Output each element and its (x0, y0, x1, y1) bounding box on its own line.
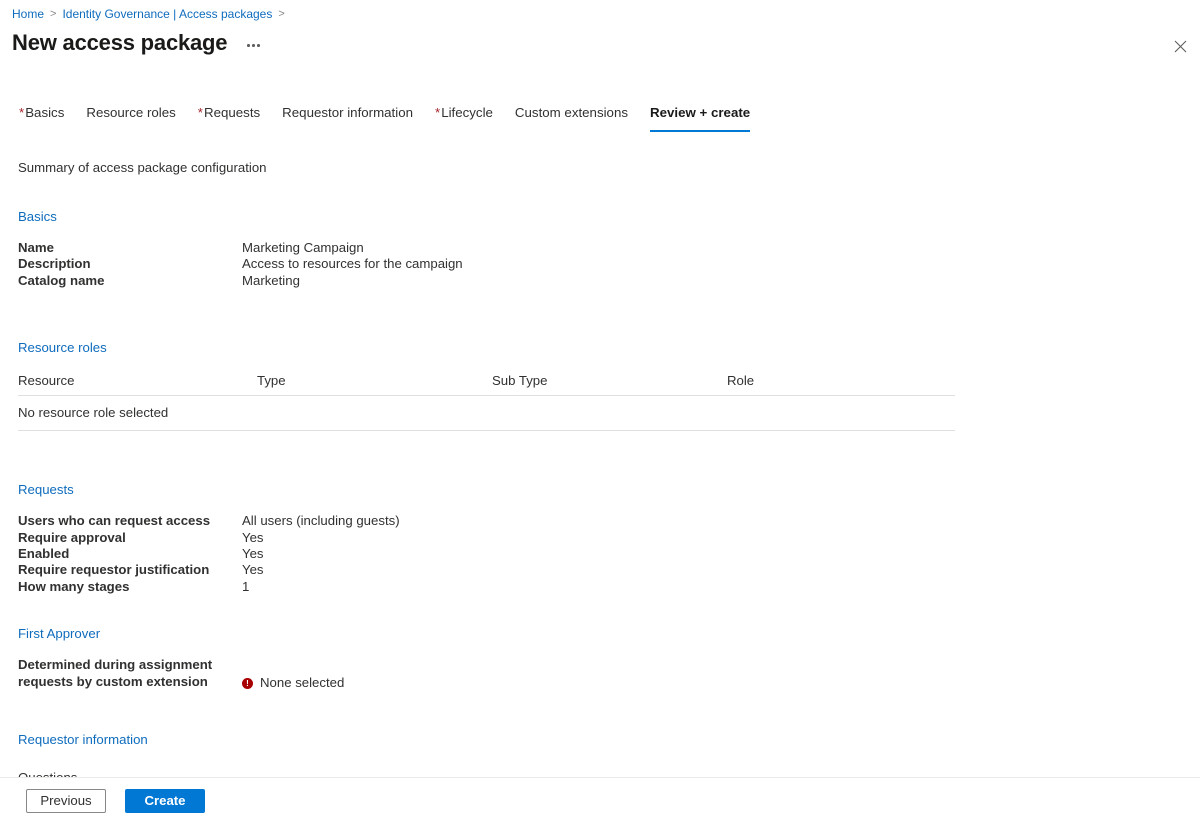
breadcrumb-item-identity-governance-access-packages[interactable]: Identity Governance | Access packages (62, 6, 272, 22)
summary-key: Description (18, 256, 91, 272)
summary-row: Require approval Yes (18, 530, 1200, 546)
summary-intro: Summary of access package configuration (18, 160, 267, 175)
section-heading-requests[interactable]: Requests (18, 481, 74, 499)
section-heading-resource-roles[interactable]: Resource roles (18, 339, 107, 357)
title-row: New access package (12, 28, 264, 58)
close-icon[interactable] (1164, 30, 1196, 62)
summary-value: ! None selected (242, 657, 344, 691)
summary-key: Users who can request access (18, 513, 211, 529)
summary-value: Marketing (242, 272, 300, 288)
review-create-content: Summary of access package configuration … (0, 150, 1200, 823)
section-heading-requestor-information[interactable]: Requestor information (18, 731, 148, 749)
required-asterisk: * (435, 105, 441, 120)
section-heading-first-approver[interactable]: First Approver (18, 625, 100, 643)
validation-error: ! None selected (242, 675, 344, 691)
breadcrumb-separator-icon: > (278, 8, 285, 20)
breadcrumb-item-home[interactable]: Home (12, 6, 44, 22)
create-button[interactable]: Create (125, 788, 205, 813)
summary-key: Name (18, 240, 54, 255)
summary-row: Determined during assignment requests by… (18, 657, 1200, 691)
tab-basics[interactable]: *Basics (8, 100, 75, 132)
summary-key: Catalog name (18, 272, 105, 288)
empty-state-message: No resource role selected (18, 405, 169, 421)
summary-key: How many stages (18, 578, 130, 594)
requests-summary: Users who can request access All users (… (18, 513, 1200, 595)
summary-row: Catalog name Marketing (18, 273, 1200, 289)
summary-row: Description Access to resources for the … (18, 256, 1200, 272)
tab-custom-extensions[interactable]: Custom extensions (504, 100, 639, 132)
tab-requestor-information[interactable]: Requestor information (271, 100, 424, 132)
summary-key: Enabled (18, 546, 70, 562)
summary-row: Enabled Yes (18, 546, 1200, 562)
summary-value: Yes (242, 546, 264, 562)
summary-row: Users who can request access All users (… (18, 513, 1200, 529)
summary-row: Require requestor justification Yes (18, 562, 1200, 578)
basics-summary: Name Marketing Campaign Description Acce… (18, 240, 1200, 289)
column-header-role: Role (727, 373, 755, 389)
tab-lifecycle[interactable]: *Lifecycle (424, 100, 504, 132)
summary-key: Require requestor justification (18, 562, 210, 578)
tab-resource-roles[interactable]: Resource roles (75, 100, 186, 132)
resource-roles-table: Resource Type Sub Type Role No resource … (18, 373, 955, 432)
tab-label: Lifecycle (441, 105, 493, 120)
summary-row: Name Marketing Campaign (18, 240, 1200, 256)
breadcrumb-separator-icon: > (50, 8, 57, 20)
summary-value: Yes (242, 529, 264, 545)
summary-key: Determined during assignment requests by… (18, 657, 242, 691)
summary-value: Marketing Campaign (242, 240, 364, 255)
tab-requests[interactable]: *Requests (187, 100, 271, 132)
summary-key: Require approval (18, 529, 126, 545)
tab-label: Custom extensions (514, 105, 628, 120)
section-heading-basics[interactable]: Basics (18, 208, 57, 226)
previous-button[interactable]: Previous (26, 788, 106, 813)
column-header-resource: Resource (18, 373, 75, 389)
error-message: None selected (260, 674, 345, 690)
column-header-type: Type (257, 373, 286, 389)
first-approver-summary: Determined during assignment requests by… (18, 657, 1200, 691)
table-empty-row: No resource role selected (18, 396, 955, 432)
access-package-wizard: Home > Identity Governance | Access pack… (0, 0, 1200, 823)
breadcrumb: Home > Identity Governance | Access pack… (12, 6, 285, 22)
summary-key-line-2: requests by custom extension (18, 673, 208, 689)
tab-label: Resource roles (86, 105, 176, 120)
wizard-footer: Previous Create (0, 778, 1200, 823)
summary-row: How many stages 1 (18, 579, 1200, 595)
tab-label: Review + create (650, 105, 751, 120)
required-asterisk: * (197, 105, 203, 120)
summary-value: Yes (242, 562, 264, 578)
required-asterisk: * (19, 105, 25, 120)
tab-label: Basics (25, 105, 65, 120)
page-title: New access package (12, 30, 228, 55)
wizard-tabs: *Basics Resource roles *Requests Request… (8, 100, 761, 132)
summary-value: Access to resources for the campaign (242, 256, 463, 272)
tab-review-create[interactable]: Review + create (639, 100, 761, 132)
tab-label: Requestor information (282, 105, 413, 120)
column-header-sub-type: Sub Type (492, 373, 548, 389)
table-header-row: Resource Type Sub Type Role (18, 373, 955, 397)
error-icon: ! (242, 677, 253, 689)
tab-label: Requests (203, 105, 261, 120)
summary-value: 1 (242, 578, 250, 594)
summary-value: All users (including guests) (242, 513, 400, 529)
summary-key-line-1: Determined during assignment (18, 657, 213, 673)
more-options-icon[interactable] (243, 38, 264, 54)
